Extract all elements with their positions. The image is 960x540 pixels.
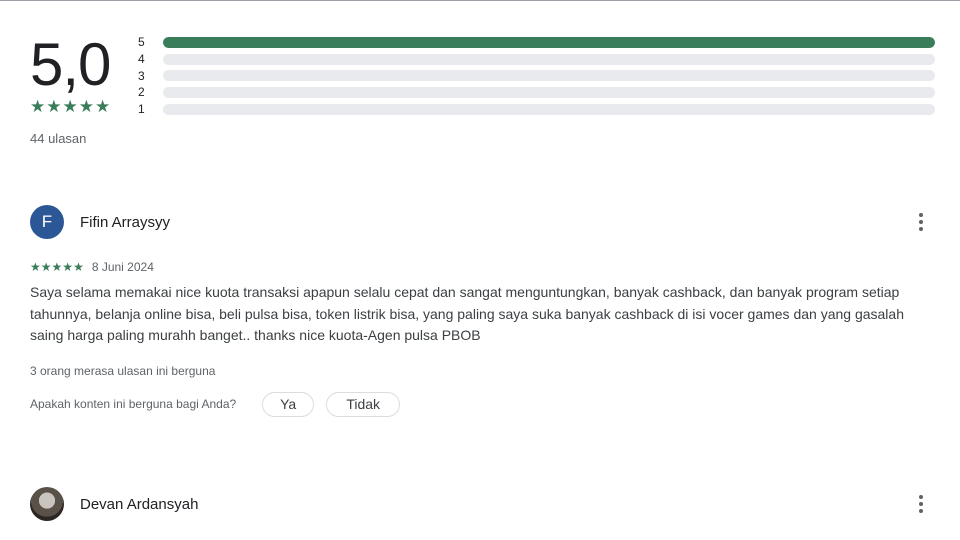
star-icon: ★ [30,260,41,274]
helpful-question: Apakah konten ini berguna bagi Anda? Ya … [30,391,930,417]
rating-stars: ★ ★ ★ ★ ★ [30,98,110,116]
yes-button[interactable]: Ya [262,391,315,417]
star-icon: ★ [73,260,84,274]
rating-score: 5,0 [30,31,111,98]
rating-bar-track [163,53,935,65]
star-icon: ★ [40,260,52,274]
rating-bar-track [163,36,935,48]
review-card: F Fifin Arraysyy ★ ★ ★ ★ ★ 8 Juni 2024 S… [30,205,930,417]
rating-bar-row: 2 [138,84,935,101]
avatar [30,487,64,521]
rating-bar-label: 1 [138,102,145,117]
review-text: Saya selama memakai nice kuota transaksi… [30,284,904,343]
rating-bar-label: 2 [138,85,145,100]
rating-distribution: 5 4 3 2 1 [138,34,935,117]
rating-bar-label: 4 [138,52,145,67]
helpful-count: 3 orang merasa ulasan ini berguna [30,363,216,378]
reviewer-name: Devan Ardansyah [80,495,199,513]
no-button[interactable]: Tidak [326,391,401,417]
star-icon: ★ [62,260,74,274]
star-icon: ★ [30,97,46,116]
more-vert-icon[interactable] [909,492,933,516]
more-vert-icon[interactable] [909,210,933,234]
rating-bar-fill [163,36,935,48]
helpful-question-label: Apakah konten ini berguna bagi Anda? [30,397,237,411]
review-stars: ★ ★ ★ ★ ★ [30,261,84,273]
rating-bar-label: 5 [138,35,145,50]
rating-bar-track [163,70,935,82]
rating-bar-track [163,103,935,115]
rating-bar-row: 1 [138,101,935,118]
rating-bar-label: 3 [138,68,145,83]
review-count: 44 ulasan [30,131,87,146]
review-card: Devan Ardansyah [30,487,930,521]
star-icon: ★ [95,97,111,116]
review-meta: ★ ★ ★ ★ ★ 8 Juni 2024 [30,260,930,274]
reviewer-name: Fifin Arraysyy [80,213,171,231]
review-date: 8 Juni 2024 [91,260,154,274]
star-icon: ★ [62,97,78,116]
avatar: F [30,205,64,239]
rating-bar-row: 4 [138,51,935,68]
rating-bar-row: 5 [138,34,935,51]
star-icon: ★ [46,97,62,116]
star-icon: ★ [78,97,94,116]
review-header: Devan Ardansyah [30,487,930,521]
review-header: F Fifin Arraysyy [30,205,930,239]
rating-bar-row: 3 [138,67,935,84]
top-divider [0,0,960,1]
rating-bar-track [163,86,935,98]
star-icon: ★ [51,260,63,274]
